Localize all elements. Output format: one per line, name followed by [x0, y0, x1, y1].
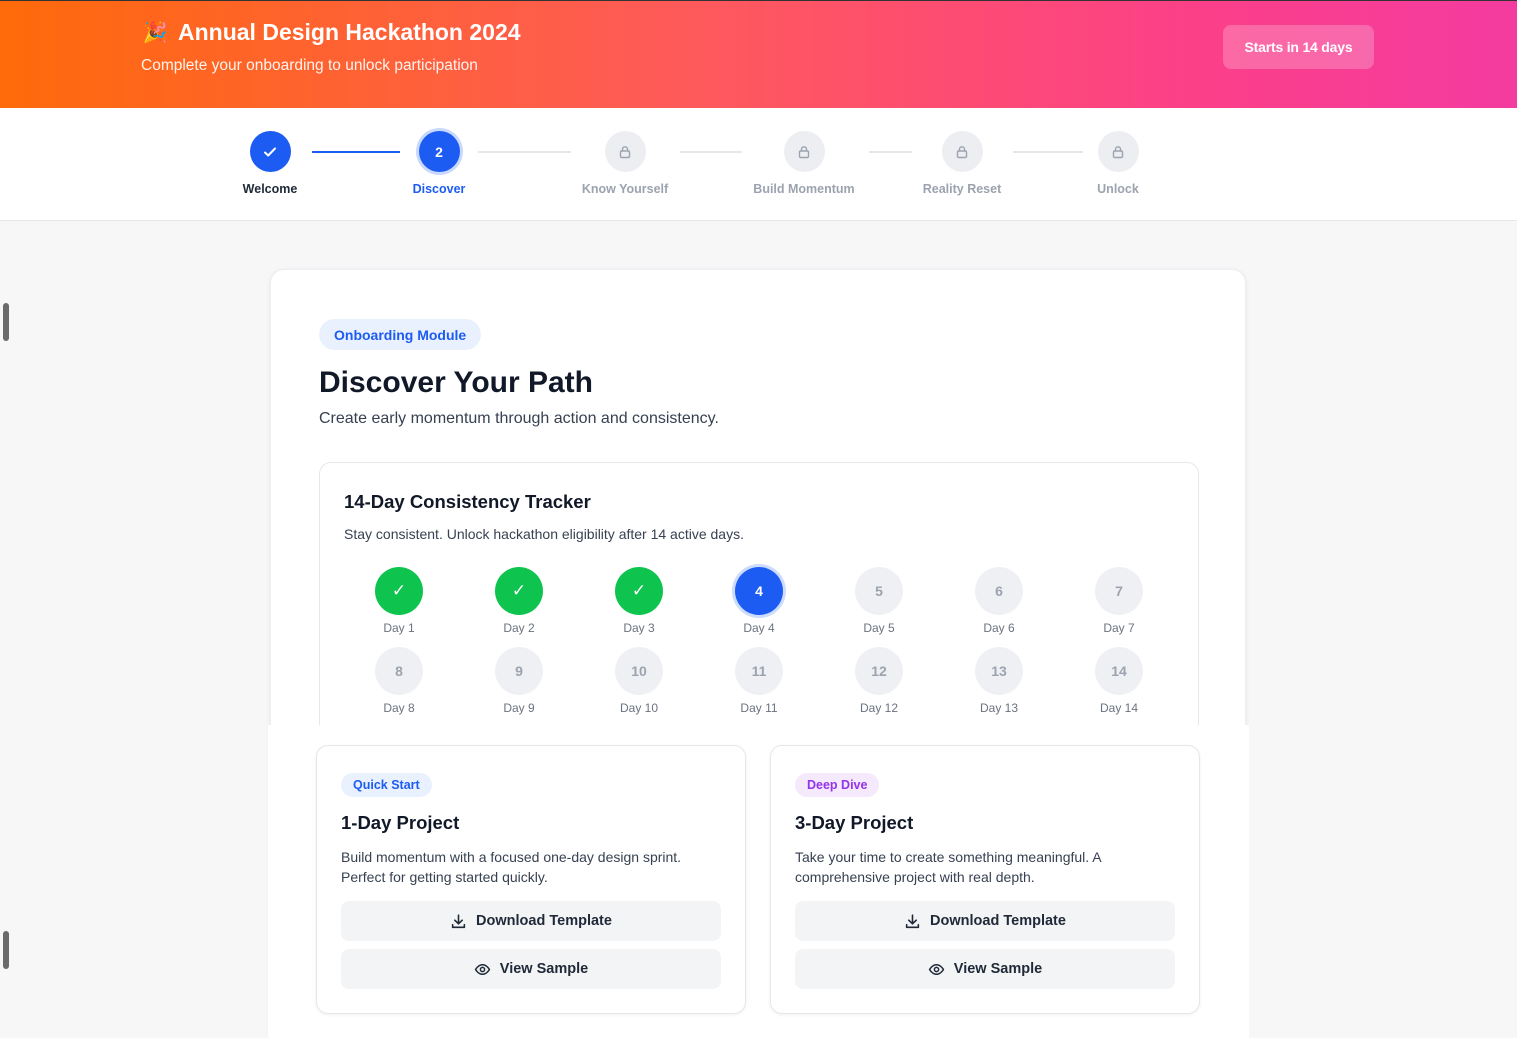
day-item[interactable]: 14 Day 14	[1079, 647, 1159, 715]
day-number: 11	[735, 647, 783, 695]
day-number: 9	[495, 647, 543, 695]
button-label: View Sample	[499, 961, 589, 977]
project-description: Take your time to create something meani…	[795, 849, 1101, 885]
day-item[interactable]: 13 Day 13	[959, 647, 1039, 715]
header-subtitle: Complete your onboarding to unlock parti…	[141, 57, 478, 74]
day-label: Day 14	[1099, 701, 1139, 715]
day-label: Day 1	[383, 621, 415, 635]
party-popper-icon: 🎉	[142, 21, 168, 44]
day-item[interactable]: 9 Day 9	[479, 647, 559, 715]
download-icon	[905, 913, 920, 928]
download-icon	[451, 913, 466, 928]
day-label: Day 9	[503, 701, 535, 715]
step-discover[interactable]: 2 Discover	[369, 131, 509, 196]
day-label: Day 13	[979, 701, 1019, 715]
check-icon: ✓	[375, 567, 423, 615]
day-label: Day 11	[740, 701, 778, 715]
project-card-3-day: Deep Dive 3-Day Project Take your time t…	[770, 745, 1200, 1014]
page-description: Create early momentum through action and…	[319, 410, 719, 427]
step-label: Welcome	[242, 182, 298, 196]
step-build-momentum[interactable]: Build Momentum	[734, 131, 874, 196]
consistency-tracker: 14-Day Consistency Tracker Stay consiste…	[319, 462, 1199, 762]
view-sample-button[interactable]: View Sample	[341, 949, 721, 989]
day-item[interactable]: ✓ Day 3	[599, 567, 679, 635]
check-icon: ✓	[495, 567, 543, 615]
starts-in-badge[interactable]: Starts in 14 days	[1223, 25, 1374, 69]
download-template-button[interactable]: Download Template	[795, 901, 1175, 941]
day-item[interactable]: 10 Day 10	[599, 647, 679, 715]
button-label: Download Template	[476, 913, 612, 929]
day-item[interactable]: ✓ Day 2	[479, 567, 559, 635]
step-reality-reset[interactable]: Reality Reset	[892, 131, 1032, 196]
button-label: Download Template	[930, 913, 1066, 929]
check-icon	[249, 131, 291, 172]
step-number: 2	[418, 131, 460, 172]
tracker-title: 14-Day Consistency Tracker	[344, 491, 591, 512]
download-template-button[interactable]: Download Template	[341, 901, 721, 941]
day-number: 10	[615, 647, 663, 695]
eye-icon	[928, 963, 945, 975]
day-number: 12	[855, 647, 903, 695]
eye-icon	[474, 963, 491, 975]
project-tag: Deep Dive	[795, 773, 880, 797]
day-number: 6	[975, 567, 1023, 615]
project-title: 1-Day Project	[341, 812, 460, 833]
scroll-indicator[interactable]	[3, 303, 9, 341]
day-label: Day 2	[503, 621, 535, 635]
day-item[interactable]: 8 Day 8	[359, 647, 439, 715]
step-label: Build Momentum	[753, 182, 855, 196]
step-label: Unlock	[1097, 182, 1139, 196]
day-number: 8	[375, 647, 423, 695]
day-item[interactable]: 4 Day 4	[719, 567, 799, 635]
project-card-1-day: Quick Start 1-Day Project Build momentum…	[316, 745, 746, 1014]
onboarding-stepper: Welcome 2 Discover Know Yourself Build M…	[0, 108, 1517, 221]
day-item[interactable]: 7 Day 7	[1079, 567, 1159, 635]
day-label: Day 6	[983, 621, 1015, 635]
hackathon-header: 🎉 Annual Design Hackathon 2024 Complete …	[0, 0, 1517, 108]
day-number: 13	[975, 647, 1023, 695]
step-unlock[interactable]: Unlock	[1048, 131, 1188, 196]
day-number: 5	[855, 567, 903, 615]
lock-icon	[941, 131, 983, 172]
day-label: Day 4	[743, 621, 775, 635]
header-title-text: Annual Design Hackathon 2024	[178, 19, 521, 45]
module-tag: Onboarding Module	[319, 319, 482, 350]
check-icon: ✓	[615, 567, 663, 615]
day-label: Day 5	[863, 621, 895, 635]
day-item[interactable]: 5 Day 5	[839, 567, 919, 635]
project-tag: Quick Start	[341, 773, 432, 797]
day-number: 7	[1095, 567, 1143, 615]
view-sample-button[interactable]: View Sample	[795, 949, 1175, 989]
day-label: Day 7	[1103, 621, 1135, 635]
lock-icon	[604, 131, 646, 172]
header-title: 🎉 Annual Design Hackathon 2024	[142, 19, 521, 46]
step-welcome[interactable]: Welcome	[200, 131, 340, 196]
lock-icon	[1097, 131, 1139, 172]
project-options: Quick Start 1-Day Project Build momentum…	[268, 725, 1249, 1038]
step-label: Know Yourself	[581, 182, 669, 196]
day-item[interactable]: 6 Day 6	[959, 567, 1039, 635]
page-title: Discover Your Path	[319, 366, 593, 399]
day-item[interactable]: ✓ Day 1	[359, 567, 439, 635]
day-number: 4	[735, 567, 783, 615]
day-label: Day 8	[383, 701, 415, 715]
day-number: 14	[1095, 647, 1143, 695]
step-know-yourself[interactable]: Know Yourself	[555, 131, 695, 196]
day-label: Day 12	[859, 701, 899, 715]
button-label: View Sample	[953, 961, 1043, 977]
day-label: Day 3	[623, 621, 655, 635]
day-item[interactable]: 11 Day 11	[719, 647, 799, 715]
scroll-indicator[interactable]	[3, 931, 9, 969]
step-label: Discover	[412, 182, 466, 196]
step-label: Reality Reset	[922, 182, 1002, 196]
project-title: 3-Day Project	[795, 812, 914, 833]
day-label: Day 10	[619, 701, 659, 715]
tracker-description: Stay consistent. Unlock hackathon eligib…	[344, 526, 744, 542]
project-description: Build momentum with a focused one-day de…	[341, 849, 682, 885]
day-item[interactable]: 12 Day 12	[839, 647, 919, 715]
lock-icon	[783, 131, 825, 172]
